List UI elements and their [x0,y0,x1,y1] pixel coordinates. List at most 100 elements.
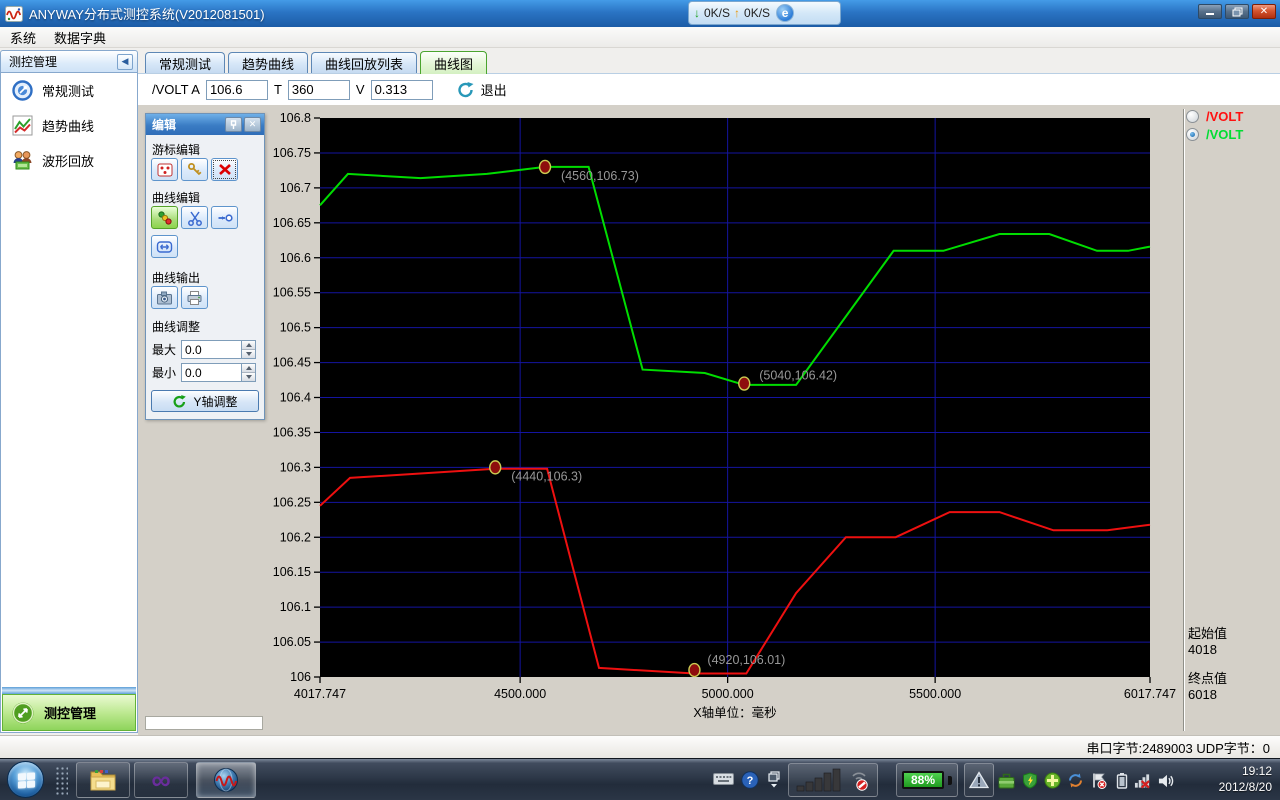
t-value-input[interactable] [288,80,350,100]
shield-icon[interactable] [1021,772,1038,789]
minimize-button[interactable] [1198,4,1222,19]
sidebar-item-regular-test[interactable]: 常规测试 [1,73,137,108]
warning-widget[interactable] [964,763,994,797]
close-icon[interactable]: ✕ [244,117,261,132]
t-label: T [274,82,282,97]
svg-text:106.5: 106.5 [280,321,311,335]
tab-curve-playback-list[interactable]: 曲线回放列表 [311,52,417,74]
cursor-key-button[interactable] [181,158,208,181]
action-center-flag-icon[interactable] [1090,772,1107,789]
warning-icon [969,771,989,789]
svg-text:(5040,106.42): (5040,106.42) [759,369,837,383]
pin-icon[interactable] [225,117,242,132]
download-speed: 0K/S [704,6,730,20]
battery-tip [948,776,952,785]
curve-output-section-label: 曲线输出 [152,269,200,286]
explorer-folder-icon [89,768,117,792]
end-value: 6018 [1188,687,1217,702]
tab-curve-chart[interactable]: 曲线图 [420,51,487,74]
max-value-input[interactable] [181,340,241,359]
green-orb-arrows-icon [11,701,35,725]
tab-regular-test[interactable]: 常规测试 [145,52,225,74]
chart-plot[interactable]: 106106.05106.1106.15106.2106.25106.3106.… [265,110,1205,735]
v-value-input[interactable] [371,80,433,100]
taskbar-clock[interactable]: 19:12 2012/8/20 [1180,763,1272,795]
left-column-footer [145,716,263,730]
svg-text:4500.000: 4500.000 [494,687,546,701]
menu-data-dictionary[interactable]: 数据字典 [54,28,106,47]
min-value-input[interactable] [181,363,241,382]
sidebar-bottom-button[interactable]: 测控管理 [2,694,136,731]
svg-text:106.25: 106.25 [273,495,311,509]
sidebar-item-label: 常规测试 [42,81,94,100]
signal-strength-widget[interactable] [788,763,878,797]
status-bar: 串口字节:2489003 UDP字节：0 [0,735,1280,758]
app-icon [5,6,23,22]
sidebar-item-waveform-playback[interactable]: 波形回放 [1,143,137,178]
taskbar-button-visual-studio[interactable]: ∞ [134,762,188,798]
print-button[interactable] [181,286,208,309]
join-curve-button[interactable] [211,206,238,229]
svg-text:(4920,106.01): (4920,106.01) [707,653,785,667]
volume-icon[interactable] [1158,772,1175,789]
menu-system[interactable]: 系统 [10,28,36,47]
series-label: /VOLT [1206,127,1243,142]
stretch-curve-button[interactable] [151,235,178,258]
cut-curve-button[interactable] [181,206,208,229]
no-network-icon[interactable] [1134,772,1151,789]
tab-trend-curve[interactable]: 趋势曲线 [228,52,308,74]
gauge-icon [12,80,33,101]
edit-panel-titlebar[interactable]: 编辑 ✕ [146,114,264,135]
svg-text:106.8: 106.8 [280,111,311,125]
exit-label: 退出 [481,80,507,99]
signal-bars-icon [796,768,842,792]
delete-cursor-button[interactable] [211,158,238,181]
svg-text:106.55: 106.55 [273,286,311,300]
chevron-left-icon[interactable]: ◀ [117,54,133,70]
series-radio-volt-red[interactable]: /VOLT [1186,109,1243,124]
sidebar-item-trend-curve[interactable]: 趋势曲线 [1,108,137,143]
restore-button[interactable] [1225,4,1249,19]
curve-nodes-button[interactable] [151,206,178,229]
snapshot-icon [156,290,173,305]
y-axis-adjust-button[interactable]: Y轴调整 [151,390,259,412]
add-cursor-button[interactable] [151,158,178,181]
window-title: ANYWAY分布式测控系统(V2012081501) [29,4,265,23]
briefcase-icon[interactable] [998,772,1015,789]
chart-toolbar: /VOLT A T V 退出 [138,73,1280,105]
battery-tray-icon[interactable] [1113,772,1130,789]
menu-bar: 系统 数据字典 [0,27,1280,48]
taskbar-button-explorer[interactable] [76,762,130,798]
net-speed-widget[interactable]: ↓ 0K/S ↑ 0K/S e [688,1,841,25]
sidebar-splitter[interactable] [2,687,136,694]
sync-icon[interactable] [1067,772,1084,789]
svg-text:106.6: 106.6 [280,251,311,265]
snapshot-button[interactable] [151,286,178,309]
svg-text:106.15: 106.15 [273,565,311,579]
upload-arrow-icon: ↑ [734,6,740,20]
max-spinner[interactable] [241,340,256,359]
printer-icon [186,290,203,306]
antivirus-plus-icon[interactable] [1044,772,1061,789]
min-spinner[interactable] [241,363,256,382]
edit-panel-title: 编辑 [152,116,176,133]
taskbar-button-anyway-app[interactable] [196,762,256,798]
start-button[interactable] [7,761,44,798]
series-radio-volt-green[interactable]: /VOLT [1186,127,1243,142]
svg-text:106.75: 106.75 [273,146,311,160]
close-button[interactable]: ✕ [1252,4,1276,19]
sidebar-item-label: 波形回放 [42,151,94,170]
a-value-input[interactable] [206,80,268,100]
exit-button[interactable]: 退出 [449,78,513,102]
help-icon[interactable]: ? [740,771,760,789]
clock-time: 19:12 [1180,763,1272,779]
no-wireless-icon [847,768,871,792]
radio-selected-icon[interactable] [1186,128,1199,141]
min-label: 最小 [152,364,176,381]
series-label: /VOLT [1206,109,1243,124]
battery-indicator: 88% [902,771,944,789]
keyboard-icon[interactable] [712,771,734,786]
radio-icon[interactable] [1186,110,1199,123]
show-hidden-icons-icon[interactable] [766,771,782,789]
battery-widget[interactable]: 88% [896,763,958,797]
